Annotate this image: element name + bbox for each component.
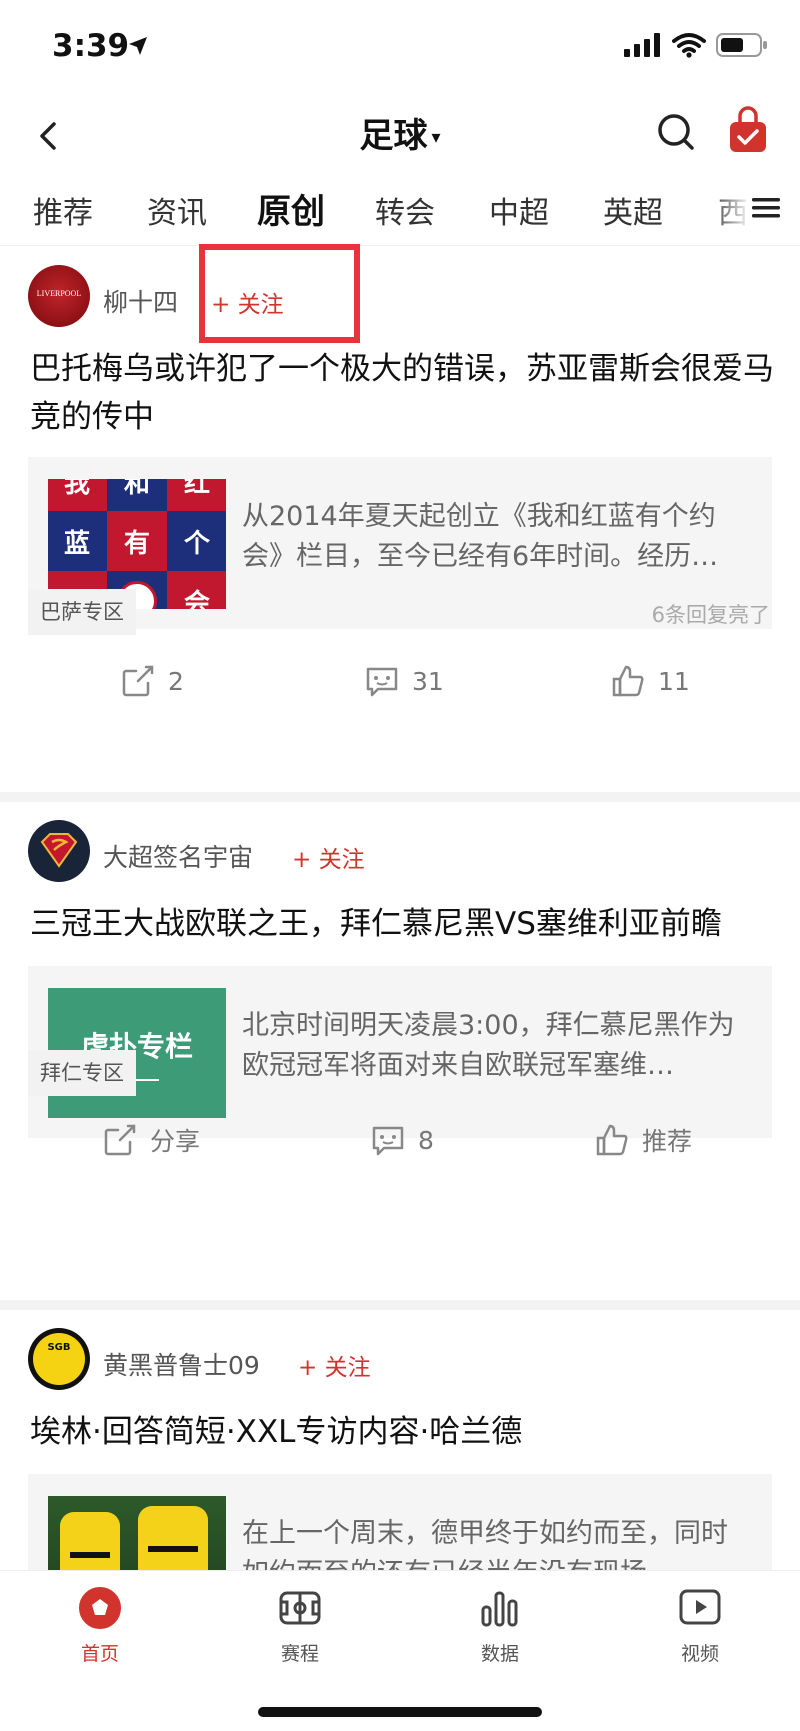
- like-button[interactable]: 11: [610, 663, 690, 699]
- thumb-char: 会: [167, 571, 226, 609]
- comment-icon: [372, 1126, 404, 1156]
- home-indicator: [258, 1707, 542, 1717]
- article-card[interactable]: 在上一个周末，德甲终于如约而至，同时如约而至的还有已经半年没有现场…: [28, 1474, 772, 1570]
- author-name[interactable]: 大超签名宇宙: [103, 838, 253, 874]
- share-button[interactable]: 2: [120, 663, 184, 699]
- wifi-icon: [672, 33, 706, 58]
- bottom-tab-schedule[interactable]: 赛程: [240, 1585, 360, 1666]
- article-excerpt: 北京时间明天凌晨3:00，拜仁慕尼黑作为欧冠冠军将面对来自欧联冠军塞维…: [242, 1010, 735, 1081]
- tab-premier-league[interactable]: 英超: [603, 188, 663, 232]
- recommend-label: 推荐: [642, 1127, 693, 1156]
- thumb-char: 蓝: [48, 511, 107, 571]
- hot-replies-count[interactable]: 6条回复亮了: [652, 599, 770, 629]
- highlight-box: [199, 244, 360, 343]
- share-icon: [122, 665, 154, 697]
- avatar[interactable]: SGB: [28, 1328, 90, 1390]
- comment-icon: [366, 667, 398, 697]
- bar-chart-icon: [481, 1591, 518, 1627]
- section-title: 足球: [359, 116, 428, 156]
- status-indicators: [624, 32, 768, 58]
- thumbs-up-icon: [596, 1124, 628, 1156]
- superman-logo-icon: [40, 833, 78, 868]
- shopping-bag-icon[interactable]: [724, 104, 772, 156]
- post-item[interactable]: SGB 黄黑普鲁士09 + 关注 埃林·回答简短·XXL专访内容·哈兰德 在上一…: [0, 1310, 800, 1570]
- thumb-char: 我: [48, 479, 107, 511]
- topic-tag[interactable]: 巴萨专区: [28, 589, 136, 635]
- thumb-char: 红: [167, 479, 226, 511]
- bottom-tab-home[interactable]: 首页: [40, 1585, 160, 1666]
- author-name[interactable]: 柳十四: [103, 283, 178, 319]
- comment-count: 8: [418, 1125, 434, 1155]
- like-count: 11: [658, 666, 690, 696]
- post-title[interactable]: 埃林·回答简短·XXL专访内容·哈兰德: [30, 1408, 776, 1456]
- category-tabs: 推荐 资讯 原创 转会 中超 英超 西: [0, 182, 800, 246]
- post-item[interactable]: 大超签名宇宙 + 关注 三冠王大战欧联之王，拜仁慕尼黑VS塞维利亚前瞻 虎扑专栏…: [0, 802, 800, 1300]
- tab-original[interactable]: 原创: [257, 184, 325, 233]
- post-title[interactable]: 巴托梅乌或许犯了一个极大的错误，苏亚雷斯会很爱马竞的传中: [30, 345, 776, 441]
- avatar[interactable]: LIVERPOOL: [28, 265, 90, 327]
- share-label: 分享: [150, 1127, 201, 1156]
- nav-bar: 足球 ▾: [0, 96, 800, 182]
- article-thumbnail: [48, 1496, 226, 1570]
- tab-transfer[interactable]: 转会: [375, 188, 435, 232]
- follow-button[interactable]: + 关注: [292, 840, 365, 874]
- location-arrow-icon: [129, 37, 147, 55]
- follow-button[interactable]: + 关注: [298, 1348, 371, 1382]
- comment-count: 31: [412, 666, 444, 696]
- bottom-tab-label: 首页: [80, 1643, 119, 1665]
- avatar-text: LIVERPOOL: [36, 289, 82, 298]
- share-button[interactable]: 分享: [102, 1122, 200, 1158]
- bottom-tab-label: 赛程: [280, 1643, 319, 1665]
- battery-icon: [716, 33, 767, 57]
- tab-news[interactable]: 资讯: [147, 188, 207, 232]
- avatar[interactable]: [28, 820, 90, 882]
- share-count: 2: [168, 666, 184, 696]
- share-icon: [104, 1124, 136, 1156]
- post-divider: [0, 792, 800, 802]
- cellular-signal-icon: [624, 33, 660, 57]
- comment-button[interactable]: 31: [364, 663, 444, 699]
- recommend-button[interactable]: 推荐: [594, 1122, 692, 1158]
- pitch-icon: [279, 1591, 321, 1625]
- football-icon: [79, 1587, 121, 1629]
- tab-recommend[interactable]: 推荐: [33, 188, 93, 232]
- author-name[interactable]: 黄黑普鲁士09: [103, 1346, 260, 1382]
- thumb-char: 和: [107, 479, 167, 511]
- thumb-char: 个: [167, 511, 226, 571]
- bottom-tab-label: 数据: [480, 1643, 519, 1665]
- bottom-tab-data[interactable]: 数据: [440, 1585, 560, 1666]
- bottom-tab-video[interactable]: 视频: [640, 1585, 760, 1666]
- post-title[interactable]: 三冠王大战欧联之王，拜仁慕尼黑VS塞维利亚前瞻: [30, 900, 776, 948]
- chevron-down-icon: ▾: [431, 127, 441, 148]
- play-icon: [679, 1589, 721, 1625]
- thumbs-up-icon: [612, 665, 644, 697]
- thumb-char: 有: [107, 511, 167, 571]
- tab-csl[interactable]: 中超: [489, 188, 549, 232]
- search-icon[interactable]: [652, 108, 700, 156]
- article-card[interactable]: 虎扑专栏 北京时间明天凌晨3:00，拜仁慕尼黑作为欧冠冠军将面对来自欧联冠军塞维…: [28, 966, 772, 1138]
- post-item[interactable]: LIVERPOOL 柳十四 + 关注 巴托梅乌或许犯了一个极大的错误，苏亚雷斯会…: [0, 247, 800, 792]
- article-excerpt: 在上一个周末，德甲终于如约而至，同时如约而至的还有已经半年没有现场…: [242, 1518, 728, 1570]
- avatar-text: SGB: [47, 1342, 71, 1353]
- bottom-tab-label: 视频: [680, 1643, 719, 1665]
- status-time: 3:39: [52, 28, 130, 64]
- comment-button[interactable]: 8: [370, 1122, 434, 1158]
- post-divider: [0, 1300, 800, 1310]
- menu-icon[interactable]: [752, 196, 780, 220]
- topic-tag[interactable]: 拜仁专区: [28, 1050, 136, 1096]
- article-excerpt: 从2014年夏天起创立《我和红蓝有个约会》栏目，至今已经有6年时间。经历…: [242, 501, 719, 572]
- status-bar: 3:39: [0, 0, 800, 96]
